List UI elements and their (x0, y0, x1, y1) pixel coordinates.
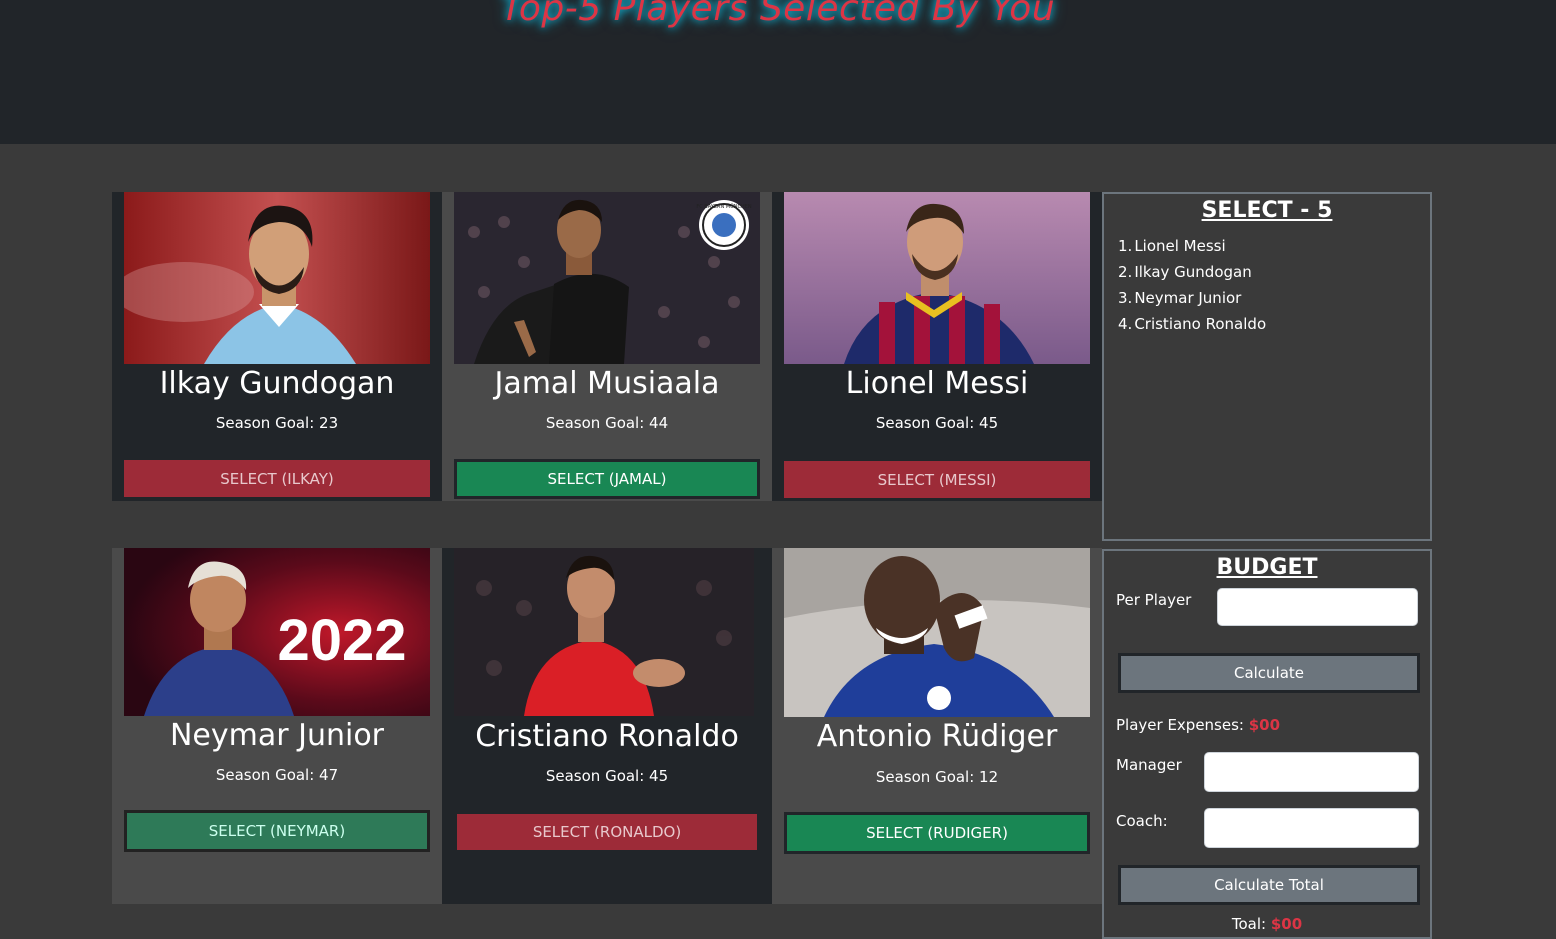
budget-panel: BUDGET Per Player Calculate Player Expen… (1102, 549, 1432, 939)
selected-panel-title: SELECT - 5 (1201, 198, 1333, 223)
player-name: Antonio Rüdiger (816, 719, 1058, 754)
player-photo-neymar: 2022 (124, 548, 430, 716)
player-card-rudiger: Antonio Rüdiger Season Goal: 12 SELECT (… (772, 548, 1102, 904)
list-item-number: 1. (1118, 237, 1133, 255)
select-rudiger-button[interactable]: SELECT (RUDIGER) (784, 812, 1090, 854)
list-item: 2. Ilkay Gundogan (1118, 259, 1430, 285)
neymar-year-text: 2022 (277, 608, 406, 673)
player-card-neymar: 2022 Neymar Junior Season Goal: 47 SELEC… (112, 548, 442, 904)
list-item-number: 2. (1118, 263, 1133, 281)
player-card-ilkay: Ilkay Gundogan Season Goal: 23 SELECT (I… (112, 192, 442, 501)
calculate-button[interactable]: Calculate (1118, 653, 1420, 693)
select-jamal-button[interactable]: SELECT (JAMAL) (454, 459, 760, 499)
season-goal: Season Goal: 45 (545, 767, 669, 785)
total: Toal: $00 (1104, 915, 1430, 933)
list-item: 1. Lionel Messi (1118, 233, 1430, 259)
season-goal: Season Goal: 44 (545, 414, 669, 432)
calculate-total-button[interactable]: Calculate Total (1118, 865, 1420, 905)
player-photo-messi (784, 192, 1090, 364)
player-expenses: Player Expenses: $00 (1116, 716, 1280, 734)
per-player-label: Per Player (1116, 591, 1192, 609)
coach-input[interactable] (1204, 808, 1419, 848)
player-card-ronaldo: Cristiano Ronaldo Season Goal: 45 SELECT… (442, 548, 772, 904)
season-goal: Season Goal: 23 (215, 414, 339, 432)
player-expenses-label: Player Expenses: (1116, 716, 1249, 734)
player-name: Cristiano Ronaldo (475, 719, 739, 754)
season-goal: Season Goal: 47 (215, 766, 339, 784)
player-name: Neymar Junior (169, 718, 385, 753)
list-item-name: Lionel Messi (1134, 237, 1226, 255)
player-photo-ilkay (124, 192, 430, 364)
player-name: Lionel Messi (845, 366, 1029, 401)
select-messi-button[interactable]: SELECT (MESSI) (784, 461, 1090, 498)
coach-label: Coach: (1116, 812, 1168, 830)
total-value: $00 (1270, 915, 1303, 933)
total-label: Toal: (1231, 915, 1271, 933)
list-item-name: Neymar Junior (1134, 289, 1242, 307)
selected-players-panel: SELECT - 5 1. Lionel Messi 2. Ilkay Gundog… (1102, 192, 1432, 541)
player-photo-ronaldo (454, 548, 754, 716)
selected-players-list: 1. Lionel Messi 2. Ilkay Gundogan 3. Neymar… (1118, 233, 1430, 337)
list-item-name: Ilkay Gundogan (1134, 263, 1252, 281)
per-player-input[interactable] (1217, 588, 1418, 626)
list-item: 3. Neymar Junior (1118, 285, 1430, 311)
player-card-jamal: FC BAYERN MÜNCHEN Jamal Musiaala Season … (442, 192, 772, 501)
list-item: 4. Cristiano Ronaldo (1118, 311, 1430, 337)
list-item-name: Cristiano Ronaldo (1134, 315, 1267, 333)
manager-label: Manager (1116, 756, 1182, 774)
bayern-badge-text: FC BAYERN MÜNCHEN (696, 203, 752, 210)
player-name: Ilkay Gundogan (159, 366, 395, 401)
list-item-number: 3. (1118, 289, 1133, 307)
page-title: Top-5 Players Selected By You (500, 0, 1056, 29)
select-neymar-button[interactable]: SELECT (NEYMAR) (124, 810, 430, 852)
player-photo-jamal: FC BAYERN MÜNCHEN (454, 192, 760, 364)
budget-title: BUDGET (1216, 555, 1318, 580)
player-expenses-value: $00 (1248, 716, 1281, 734)
player-name: Jamal Musiaala (494, 366, 720, 401)
select-ilkay-button[interactable]: SELECT (ILKAY) (124, 460, 430, 497)
season-goal: Season Goal: 12 (875, 768, 999, 786)
season-goal: Season Goal: 45 (875, 414, 999, 432)
player-card-messi: Lionel Messi Season Goal: 45 SELECT (MES… (772, 192, 1102, 501)
manager-input[interactable] (1204, 752, 1419, 792)
list-item-number: 4. (1118, 315, 1133, 333)
select-ronaldo-button[interactable]: SELECT (RONALDO) (457, 814, 757, 850)
player-photo-rudiger (784, 548, 1090, 717)
